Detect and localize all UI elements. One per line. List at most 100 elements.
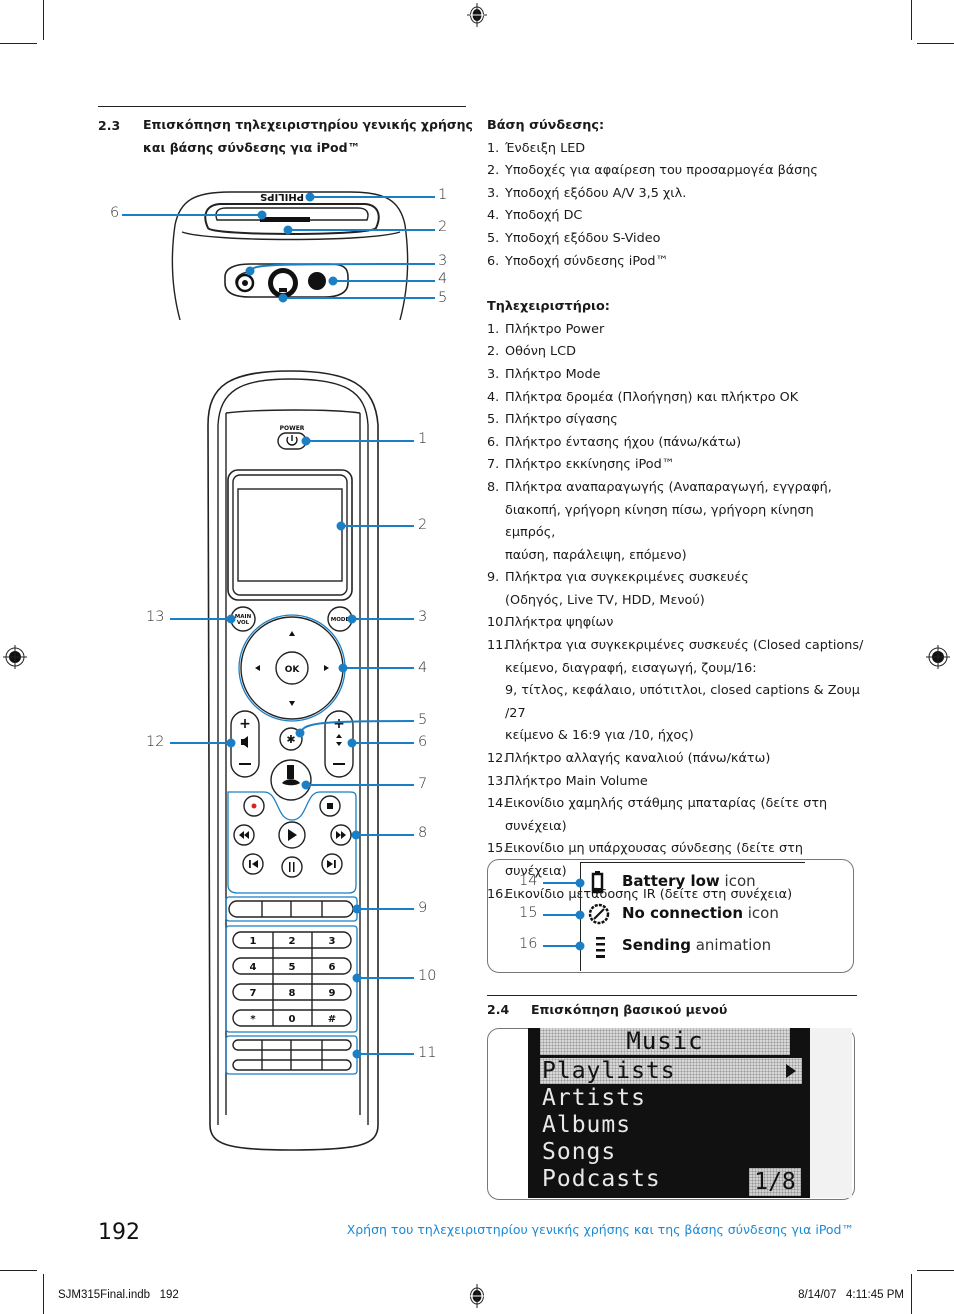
list-item-number: 10. [487, 615, 508, 631]
list-item-text: Πλήκτρα για συγκεκριμένες συσκευές (Οδηγό… [505, 567, 867, 612]
registration-mark-icon [467, 3, 487, 27]
callout-number: 15 [519, 905, 538, 921]
list-item-text: Υποδοχή εξόδου S-Video [505, 230, 661, 246]
list-item-number: 3. [487, 185, 500, 201]
lcd-menu-item: Artists [542, 1085, 646, 1111]
callout-number: 9 [418, 900, 428, 916]
list-item-line: Πλήκτρο αλλαγής καναλιού (πάνω/κάτω) [505, 751, 771, 767]
callout-number: 12 [146, 734, 165, 750]
keypad-key-5: 5 [289, 962, 296, 973]
crop-mark [0, 1270, 37, 1271]
list-item-line: Πλήκτρο έντασης ήχου (πάνω/κάτω) [505, 434, 742, 450]
crop-mark [43, 1274, 44, 1314]
keypad-key-3: 3 [329, 936, 336, 947]
list-item-text: Πλήκτρα για συγκεκριμένες συσκευές (Clos… [505, 635, 867, 748]
list-item: 11. Πλήκτρα για συγκεκριμένες συσκευές (C… [487, 635, 867, 748]
battery-low-icon [591, 871, 604, 894]
section-title: Επισκόπηση τηλεχειριστηρίου γενικής χρήσ… [143, 113, 473, 159]
main-vol-label: VOL [237, 620, 250, 626]
legend-label: No connection [622, 904, 743, 922]
list-item-number: 5. [487, 230, 500, 246]
keypad-key-0: 0 [289, 1014, 296, 1025]
list-item-number: 5. [487, 412, 500, 428]
section-rule [487, 995, 857, 996]
slug-date: 8/14/07 4:11:45 PM [798, 1289, 904, 1301]
list-item-line: διακοπή, γρήγορη κίνηση πίσω, γρήγορη κί… [505, 502, 814, 541]
list-item-text: Πλήκτρο αλλαγής καναλιού (πάνω/κάτω) [505, 748, 867, 771]
list-heading: Τηλεχειριστήριο: [487, 299, 610, 315]
lcd-screen: Music Playlists Artists Albums Songs Podcast… [528, 1028, 810, 1198]
list-item-text: Πλήκτρο Power [505, 319, 867, 342]
list-item-line: Πλήκτρα για συγκεκριμένες συσκευές (Clos… [505, 638, 864, 654]
callout-number: 3 [438, 253, 448, 269]
lcd-menu-item: Albums [542, 1112, 631, 1138]
legend-label: Battery low [622, 872, 720, 890]
crop-mark [911, 1274, 912, 1314]
list-item-line: (Οδηγός, Live TV, HDD, Μενού) [505, 592, 705, 608]
list-item-text: Πλήκτρα ψηφίων [505, 612, 867, 635]
list-item: 9. Πλήκτρα για συγκεκριμένες συσκευές (Οδη… [487, 567, 867, 612]
list-item-line: παύση, παράλειψη, επόμενο) [505, 547, 687, 563]
legend-suffix: icon [719, 872, 756, 890]
section-title: Επισκόπηση βασικού μενού [531, 1002, 728, 1017]
list-item: 1. Ένδειξη LED [487, 138, 867, 161]
list-item: 5. Πλήκτρο σίγασης [487, 409, 867, 432]
callout-number: 6 [110, 205, 120, 221]
callout-number: 16 [519, 936, 538, 952]
lcd-menu-item-label: Playlists [542, 1058, 676, 1084]
legend-row: Sending animation [622, 936, 771, 954]
callout-number: 4 [438, 271, 448, 287]
list-item-number: 12. [487, 751, 508, 767]
svg-text:+: + [239, 716, 251, 732]
list-item-number: 4. [487, 389, 500, 405]
callout-number: 2 [418, 517, 428, 533]
keypad-key-9: 9 [329, 988, 336, 999]
lcd-page-indicator: 1/8 [749, 1168, 801, 1196]
list-item: 6. Υποδοχή σύνδεσης iPod™ [487, 251, 867, 274]
callout-number: 7 [418, 776, 428, 792]
lcd-menu-item: Songs [542, 1139, 616, 1165]
crop-mark [911, 0, 912, 40]
list-item-text: Πλήκτρα αναπαραγωγής (Αναπαραγωγή, εγγρα… [505, 477, 867, 567]
dock-parts-list: Βάση σύνδεσης: 1. Ένδειξη LED 2. Υποδοχές γ… [487, 115, 867, 906]
legend-row: No connection icon [622, 904, 779, 922]
list-item-number: 6. [487, 434, 500, 450]
section-title-line: Επισκόπηση τηλεχειριστηρίου γενικής χρήσ… [143, 117, 473, 132]
callout-number: 3 [418, 609, 428, 625]
list-item: 4. Πλήκτρα δρομέα (Πλοήγηση) και πλήκτρο … [487, 387, 867, 410]
list-item-line: Πλήκτρο Mode [505, 366, 601, 382]
list-item-number: 14. [487, 796, 508, 812]
list-item: 8. Πλήκτρα αναπαραγωγής (Αναπαραγωγή, εγγ… [487, 477, 867, 567]
lcd-menu-item: Podcasts [542, 1166, 661, 1192]
list-item-text: Πλήκτρο εκκίνησης iPod™ [505, 454, 867, 477]
chevron-right-icon [786, 1064, 796, 1078]
slug-file: SJM315Final.indb 192 [58, 1289, 179, 1301]
list-item-number: 3. [487, 366, 500, 382]
crop-mark [917, 43, 954, 44]
callout-number: 13 [146, 609, 165, 625]
callout-number: 5 [438, 290, 448, 306]
svg-text:+: + [333, 716, 345, 732]
list-item-line: Πλήκτρο Power [505, 321, 605, 337]
keypad-key-1: 1 [250, 936, 257, 947]
legend-suffix: animation [690, 936, 772, 954]
ok-label: OK [285, 665, 301, 675]
list-item-number: 1. [487, 321, 500, 337]
list-item: 6. Πλήκτρο έντασης ήχου (πάνω/κάτω) [487, 432, 867, 455]
dock-illustration: PHILIPS [122, 191, 436, 321]
sending-icon [596, 937, 605, 958]
list-item-line: Πλήκτρο Main Volume [505, 773, 648, 789]
list-item-number: 7. [487, 457, 500, 473]
list-item-line: Πλήκτρα ψηφίων [505, 615, 614, 631]
list-item-text: Υποδοχή DC [505, 208, 583, 224]
legend-suffix: icon [743, 904, 779, 922]
callout-number: 1 [418, 431, 428, 447]
callout-number: 11 [418, 1045, 437, 1061]
list-item-text: Πλήκτρο Main Volume [505, 771, 867, 794]
list-item-line: Πλήκτρο εκκίνησης iPod™ [505, 457, 675, 473]
page-number: 192 [98, 1220, 140, 1245]
list-item: 14. Εικονίδιο χαμηλής στάθμης μπαταρίας (… [487, 793, 867, 838]
list-item-text: Οθόνη LCD [505, 341, 867, 364]
list-item-line: Πλήκτρα δρομέα (Πλοήγηση) και πλήκτρο OK [505, 389, 799, 405]
legend-label: Sending [622, 936, 691, 954]
